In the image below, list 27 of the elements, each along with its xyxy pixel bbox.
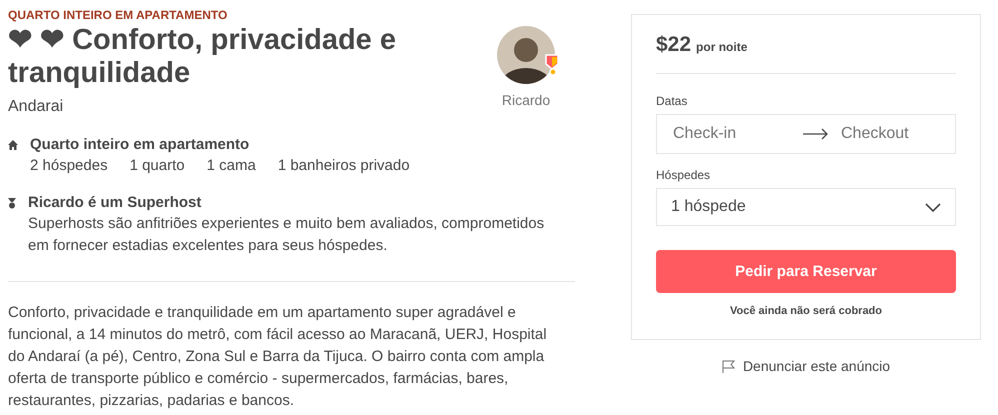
- booking-note: Você ainda não será cobrado: [728, 305, 883, 317]
- location-text: Andarai: [8, 98, 64, 116]
- medal-icon: [8, 198, 16, 209]
- report-link[interactable]: Denunciar este anúncio: [742, 358, 890, 374]
- field-label: Hóspedes: [656, 168, 712, 182]
- arrow-icon: [803, 128, 829, 140]
- price-unit: por noite: [696, 40, 748, 54]
- highlight-title: Quarto inteiro em apartamento: [30, 136, 250, 153]
- room-detail: 1 cama: [206, 157, 256, 174]
- room-detail: 2 hóspedes: [30, 157, 108, 174]
- field-label: Datas: [656, 94, 688, 108]
- host-name[interactable]: Ricardo: [502, 92, 550, 108]
- checkin-field[interactable]: Check-in: [671, 124, 795, 144]
- price: $22: [656, 33, 692, 57]
- flag-icon: [722, 360, 735, 372]
- room-detail: 1 banheiros privado: [278, 157, 410, 174]
- chevron-down-icon: [925, 202, 941, 212]
- listing-title: ❤ ❤ Conforto, privacidade e tranquilidade: [8, 24, 397, 90]
- room-detail: 1 quarto: [130, 157, 185, 174]
- guests-select[interactable]: 1 hóspede: [656, 188, 956, 226]
- checkout-field[interactable]: Checkout: [839, 124, 963, 144]
- description-text: Conforto, privacidade e tranquilidade em um apartamento super agradável e funcional, a 14 minutos do metrô, com fácil acesso ao Maracanã, UERJ, Hospital do Andaraí (a pé), Centro, Zona Sul e Barra da Tijuca. O bairro conta com ampla oferta de transporte público e comércio - supermercados, farmácias, bares, restaurantes, pizzarias, padarias e bancos.: [8, 303, 548, 411]
- home-icon: [8, 140, 18, 150]
- superhost-badge-icon: [545, 54, 559, 76]
- highlight-text: Superhosts são anfitriões experientes e muito bem avaliados, comprometidos em fornecer estadias excelentes para seus hóspedes.: [28, 214, 546, 256]
- listing-category: QUARTO INTEIRO EM APARTAMENTO: [8, 8, 228, 22]
- highlight-title: Ricardo é um Superhost: [28, 194, 202, 211]
